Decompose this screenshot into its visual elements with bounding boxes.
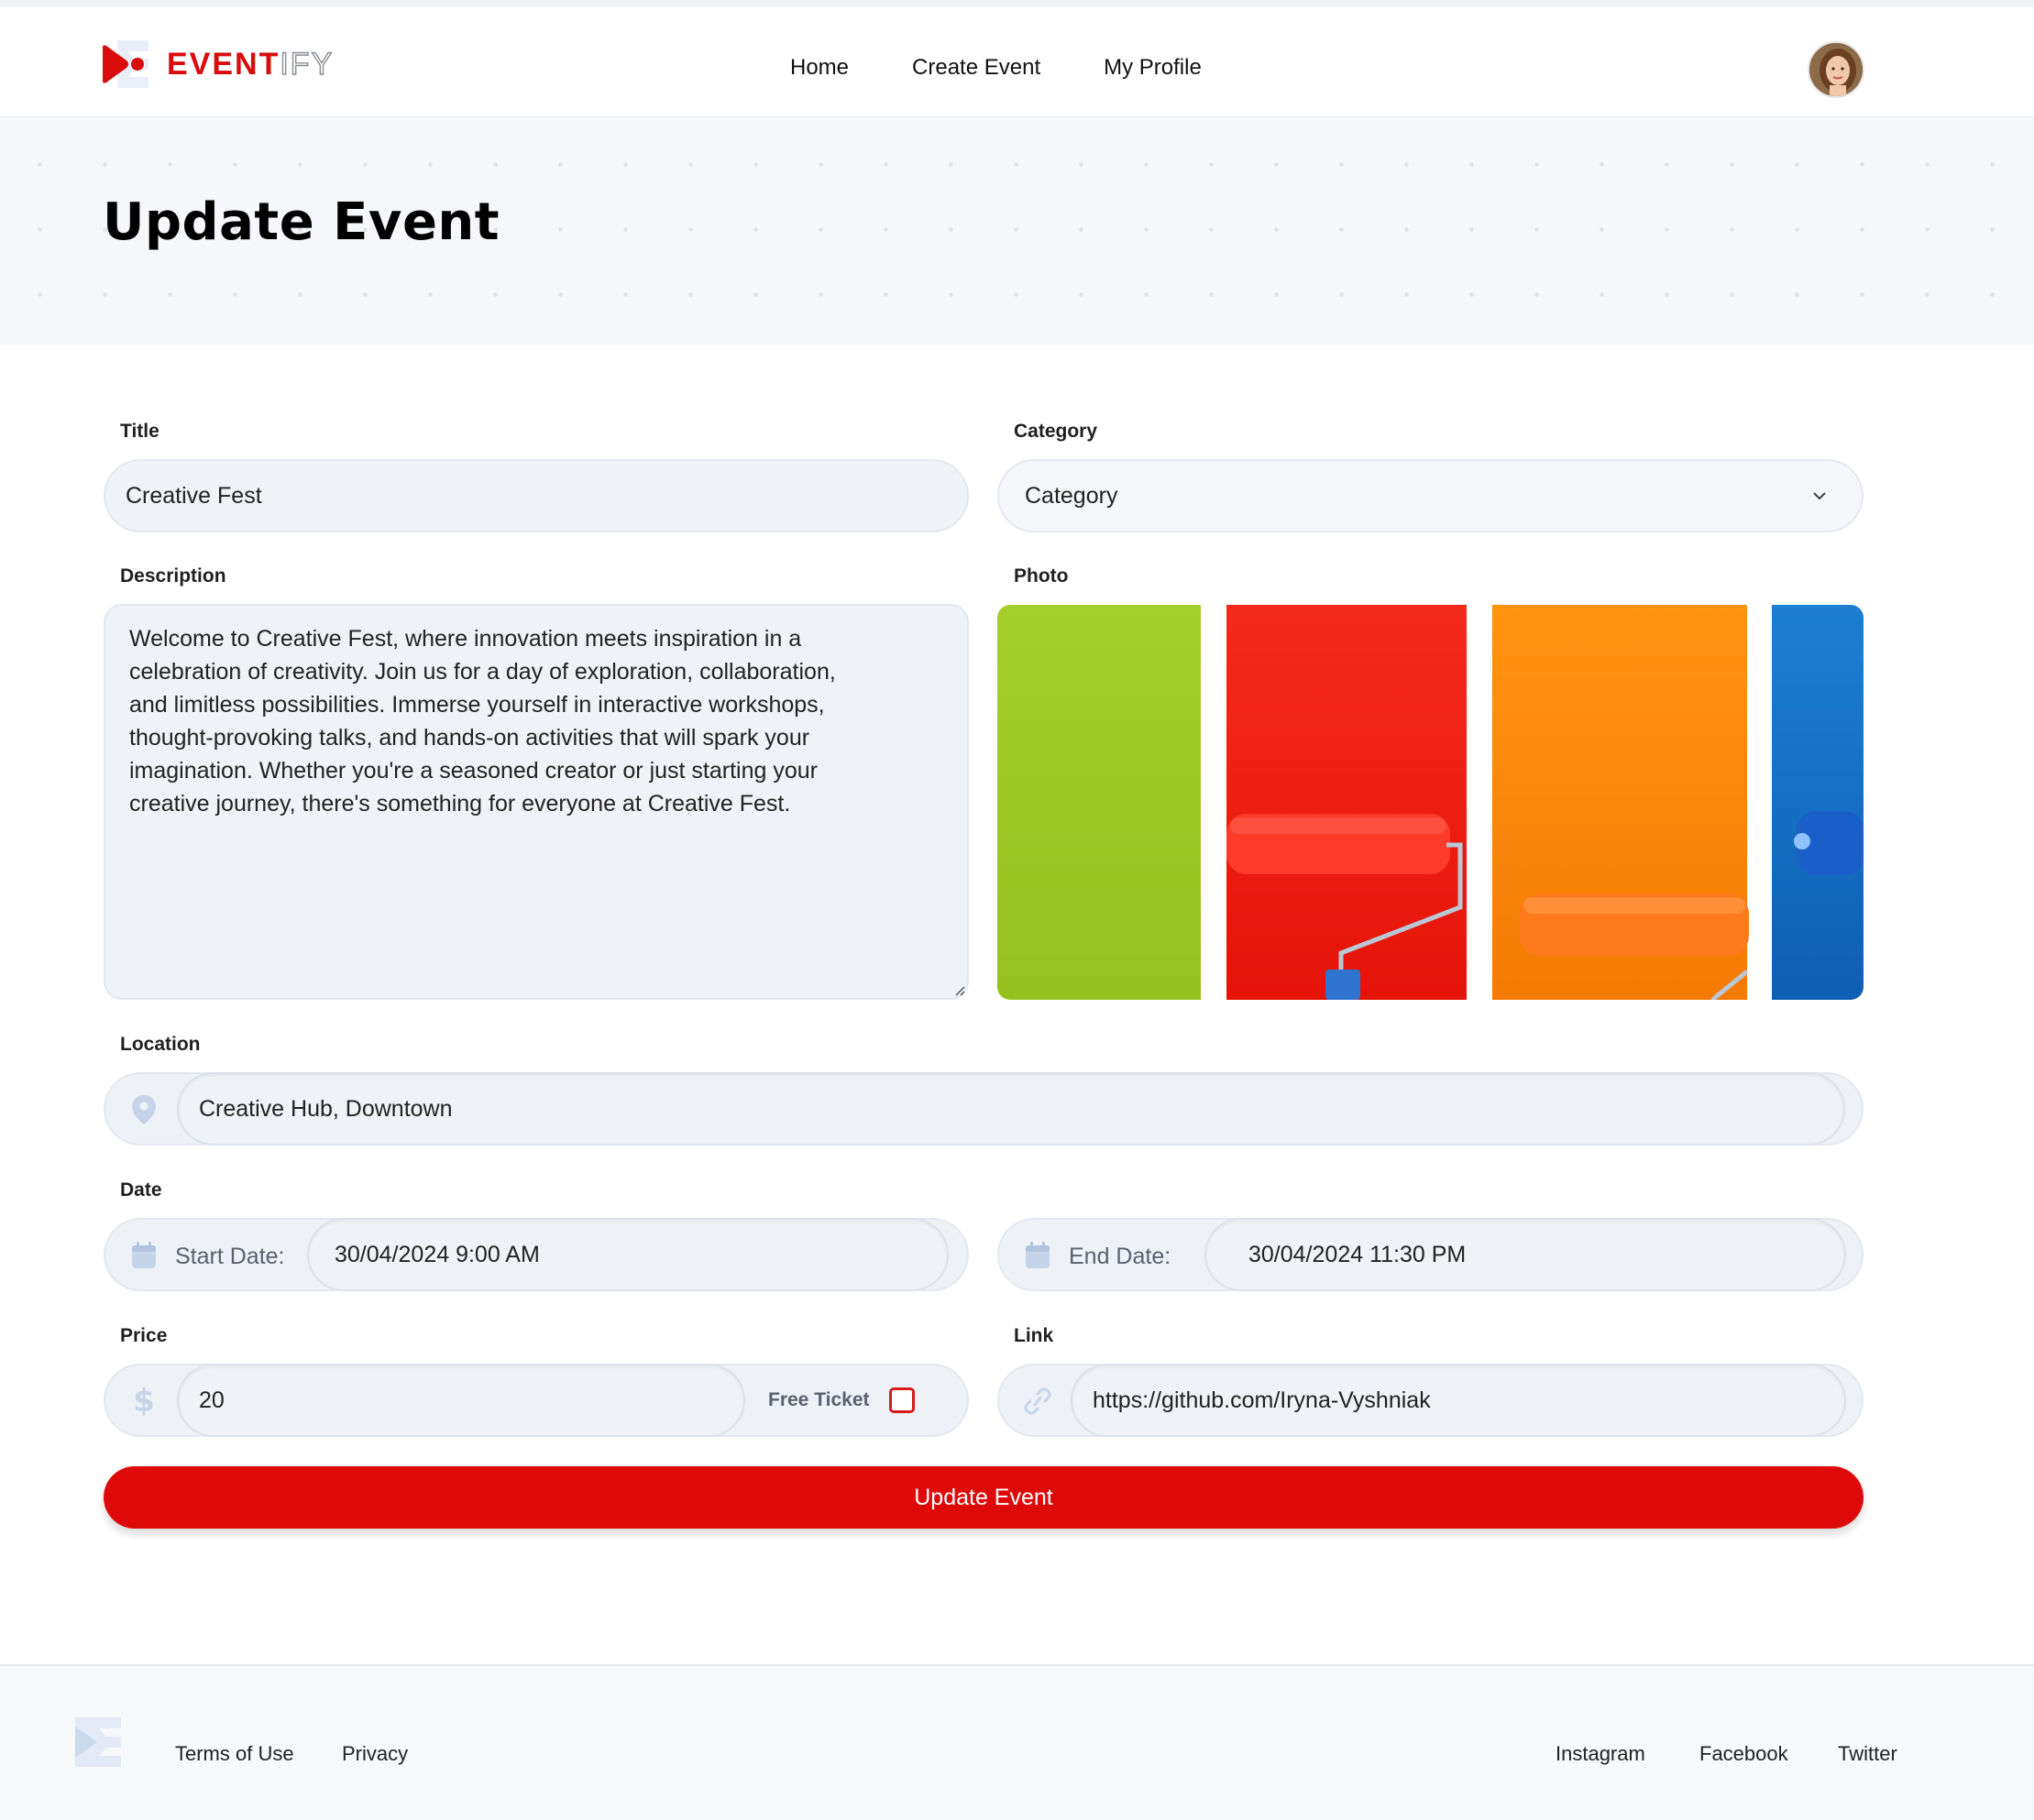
footer-facebook-link[interactable]: Facebook	[1699, 1742, 1788, 1766]
brand-name-part1: EVENT	[167, 46, 280, 82]
location-value: Creative Hub, Downtown	[199, 1096, 453, 1122]
category-select[interactable]: Category	[997, 459, 1864, 532]
date-label: Date	[120, 1179, 162, 1201]
chevron-down-icon	[1813, 492, 1826, 500]
title-value: Creative Fest	[126, 483, 262, 509]
end-date-value: 30/04/2024 11:30 PM	[1248, 1242, 1467, 1267]
update-event-button[interactable]: Update Event	[104, 1466, 1864, 1529]
title-input[interactable]: Creative Fest	[104, 459, 969, 532]
description-textarea[interactable]: Welcome to Creative Fest, where innovati…	[104, 604, 969, 1000]
event-photo[interactable]	[997, 605, 1864, 1000]
free-ticket-checkbox[interactable]	[889, 1387, 915, 1413]
top-border	[0, 0, 2034, 7]
location-label: Location	[120, 1034, 201, 1055]
price-input[interactable]: 20	[177, 1364, 745, 1437]
resize-handle-icon[interactable]	[952, 983, 965, 996]
category-selected-value: Category	[1025, 483, 1118, 509]
footer-terms-link[interactable]: Terms of Use	[175, 1742, 294, 1766]
footer-privacy-link[interactable]: Privacy	[342, 1742, 408, 1766]
nav-home[interactable]: Home	[790, 44, 849, 92]
price-label: Price	[120, 1325, 168, 1346]
link-field: https://github.com/Iryna-Vyshniak	[997, 1364, 1864, 1437]
end-date-input[interactable]: 30/04/2024 11:30 PM	[1204, 1218, 1846, 1291]
start-date-value: 30/04/2024 9:00 AM	[335, 1242, 540, 1267]
calendar-icon	[1026, 1242, 1050, 1268]
description-line: Welcome to Creative Fest, where innovati…	[129, 626, 802, 652]
end-date-label: End Date:	[1069, 1244, 1171, 1269]
brand-logo[interactable]: EVENT IFY	[103, 37, 334, 92]
link-value: https://github.com/Iryna-Vyshniak	[1093, 1387, 1431, 1413]
page-hero: Update Event	[0, 117, 2034, 345]
link-input[interactable]: https://github.com/Iryna-Vyshniak	[1071, 1364, 1846, 1437]
description-label: Description	[120, 565, 226, 587]
description-line: creative journey, there's something for …	[129, 791, 791, 817]
photo-label: Photo	[1014, 565, 1069, 587]
location-pin-icon	[132, 1095, 156, 1124]
description-line: thought-provoking talks, and hands-on ac…	[129, 725, 810, 751]
location-input[interactable]: Creative Hub, Downtown	[177, 1072, 1845, 1146]
description-line: celebration of creativity. Join us for a…	[129, 659, 836, 685]
start-date-label: Start Date:	[175, 1244, 285, 1269]
calendar-icon	[132, 1242, 156, 1268]
brand-name-part2: IFY	[280, 46, 335, 82]
dollar-icon: $	[133, 1384, 155, 1419]
footer: Terms of Use Privacy Instagram Facebook …	[0, 1664, 2034, 1820]
nav-my-profile[interactable]: My Profile	[1104, 44, 1202, 92]
avatar-image	[1809, 43, 1863, 96]
logo-icon	[103, 38, 150, 90]
end-date-field: End Date: 30/04/2024 11:30 PM	[997, 1218, 1864, 1291]
price-value: 20	[199, 1387, 225, 1413]
footer-logo-icon[interactable]	[71, 1716, 123, 1769]
svg-text:$: $	[133, 1384, 155, 1419]
category-label: Category	[1014, 421, 1098, 442]
start-date-field: Start Date: 30/04/2024 9:00 AM	[104, 1218, 969, 1291]
link-icon	[1024, 1387, 1051, 1415]
paint-roller-icon	[1226, 811, 1864, 1000]
price-field: $ 20 Free Ticket	[104, 1364, 969, 1437]
page-title: Update Event	[103, 192, 500, 252]
start-date-input[interactable]: 30/04/2024 9:00 AM	[307, 1218, 949, 1291]
footer-instagram-link[interactable]: Instagram	[1556, 1742, 1645, 1766]
nav-create-event[interactable]: Create Event	[912, 44, 1040, 92]
free-ticket-label: Free Ticket	[768, 1389, 870, 1410]
header: EVENT IFY Home Create Event My Profile	[0, 7, 2034, 117]
description-line: imagination. Whether you're a seasoned c…	[129, 758, 818, 784]
title-label: Title	[120, 421, 159, 442]
main-nav: Home Create Event My Profile	[790, 44, 1202, 92]
description-line: and limitless possibilities. Immerse you…	[129, 692, 825, 718]
avatar[interactable]	[1808, 41, 1864, 98]
brand-wordmark: EVENT IFY	[167, 46, 335, 82]
location-field: Creative Hub, Downtown	[104, 1072, 1864, 1146]
footer-twitter-link[interactable]: Twitter	[1838, 1742, 1897, 1766]
link-label: Link	[1014, 1325, 1054, 1346]
